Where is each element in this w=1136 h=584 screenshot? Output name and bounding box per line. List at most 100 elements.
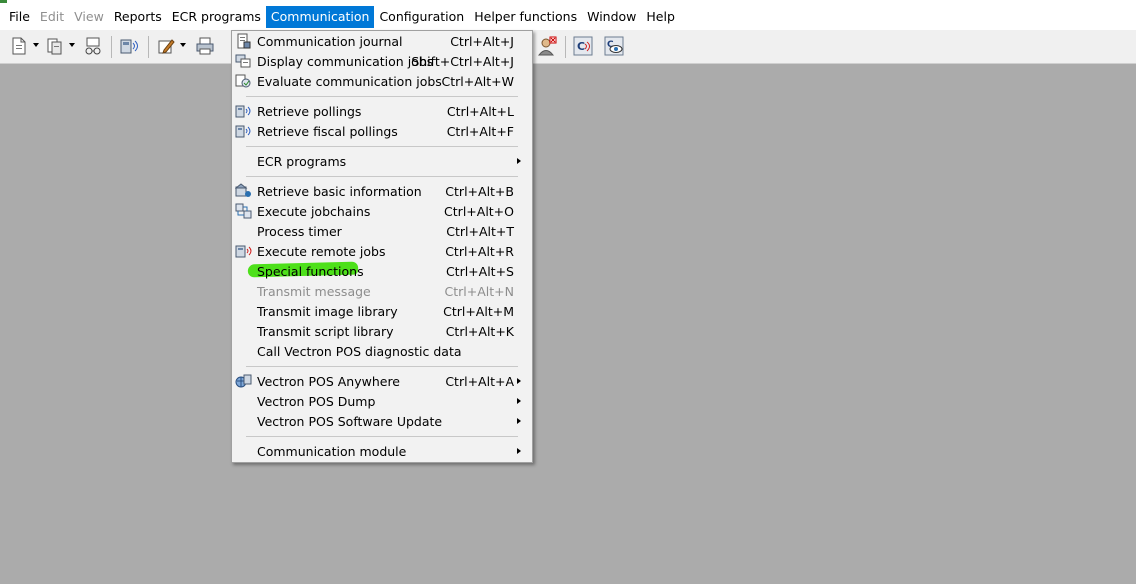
menu-helper-functions[interactable]: Helper functions xyxy=(469,6,582,28)
app-accent-mark xyxy=(0,0,7,3)
menu-file[interactable]: File xyxy=(4,6,35,28)
menu-item-shortcut: Ctrl+Alt+O xyxy=(444,204,514,219)
communication-c-icon[interactable]: C xyxy=(572,35,594,57)
menu-separator xyxy=(246,436,518,437)
menu-view[interactable]: View xyxy=(69,6,109,28)
menu-separator xyxy=(246,366,518,367)
submenu-arrow-icon xyxy=(517,398,521,404)
menu-item-communication-journal[interactable]: Communication journal Ctrl+Alt+J xyxy=(232,31,532,51)
menu-item-shortcut: Ctrl+Alt+B xyxy=(445,184,514,199)
menu-item-label: Special functions xyxy=(257,264,364,279)
submenu-arrow-icon xyxy=(517,378,521,384)
menu-item-label: Transmit image library xyxy=(257,304,398,319)
menu-edit[interactable]: Edit xyxy=(35,6,69,28)
menu-item-execute-jobchains[interactable]: Execute jobchains Ctrl+Alt+O xyxy=(232,201,532,221)
menu-separator xyxy=(246,96,518,97)
menu-item-transmit-message[interactable]: Transmit message Ctrl+Alt+N xyxy=(232,281,532,301)
terminal-poll-icon xyxy=(235,123,252,139)
menu-item-shortcut: Ctrl+Alt+K xyxy=(445,324,514,339)
basic-info-icon xyxy=(234,183,252,199)
menu-item-process-timer[interactable]: Process timer Ctrl+Alt+T xyxy=(232,221,532,241)
menu-item-call-diagnostic-data[interactable]: Call Vectron POS diagnostic data xyxy=(232,341,532,361)
terminal-poll-icon xyxy=(235,103,252,119)
menu-item-retrieve-basic-information[interactable]: Retrieve basic information Ctrl+Alt+B xyxy=(232,181,532,201)
dropdown-arrow-icon[interactable] xyxy=(33,43,39,47)
remote-jobs-icon xyxy=(235,243,252,259)
menu-item-label: ECR programs xyxy=(257,154,347,169)
dropdown-arrow-icon[interactable] xyxy=(180,43,186,47)
menu-item-communication-module[interactable]: Communication module xyxy=(232,441,532,461)
journal-icon xyxy=(235,33,252,49)
menu-item-shortcut: Ctrl+Alt+W xyxy=(441,74,514,89)
menu-bar: File Edit View Reports ECR programs Comm… xyxy=(0,4,1136,30)
toolbar: C C xyxy=(0,30,1136,64)
communication-menu: Communication journal Ctrl+Alt+J Display… xyxy=(231,30,533,463)
menu-item-vectron-pos-dump[interactable]: Vectron POS Dump xyxy=(232,391,532,411)
edit-document-icon[interactable] xyxy=(155,35,186,57)
menu-item-label: Transmit message xyxy=(257,284,371,299)
menu-communication[interactable]: Communication xyxy=(265,6,375,28)
menu-item-label: Communication module xyxy=(257,444,407,459)
menu-item-special-functions[interactable]: Special functions Ctrl+Alt+S xyxy=(232,261,532,281)
menu-item-label: Communication journal xyxy=(257,34,403,49)
menu-item-label: Vectron POS Anywhere xyxy=(257,374,400,389)
menu-item-transmit-image-library[interactable]: Transmit image library Ctrl+Alt+M xyxy=(232,301,532,321)
menu-item-shortcut: Ctrl+Alt+F xyxy=(446,124,514,139)
menu-item-retrieve-fiscal-pollings[interactable]: Retrieve fiscal pollings Ctrl+Alt+F xyxy=(232,121,532,141)
menu-reports[interactable]: Reports xyxy=(109,6,167,28)
anywhere-icon xyxy=(235,373,252,389)
menu-item-shortcut: Ctrl+Alt+M xyxy=(443,304,514,319)
menu-item-shortcut: Ctrl+Alt+T xyxy=(446,224,514,239)
menu-separator xyxy=(246,176,518,177)
dropdown-arrow-icon[interactable] xyxy=(69,43,75,47)
menu-item-label: Retrieve basic information xyxy=(257,184,422,199)
menu-item-transmit-script-library[interactable]: Transmit script library Ctrl+Alt+K xyxy=(232,321,532,341)
menu-item-shortcut: Shift+Ctrl+Alt+J xyxy=(411,54,514,69)
jobchain-icon xyxy=(235,203,252,219)
printer-glasses-icon[interactable] xyxy=(82,35,104,57)
menu-item-shortcut: Ctrl+Alt+S xyxy=(445,264,514,279)
menu-separator xyxy=(246,146,518,147)
menu-item-label: Retrieve fiscal pollings xyxy=(257,124,398,139)
menu-item-retrieve-pollings[interactable]: Retrieve pollings Ctrl+Alt+L xyxy=(232,101,532,121)
toolbar-separator xyxy=(148,36,149,58)
submenu-arrow-icon xyxy=(517,158,521,164)
menu-item-label: Call Vectron POS diagnostic data xyxy=(257,344,462,359)
menu-item-label: Evaluate communication jobs xyxy=(257,74,442,89)
menu-item-label: Process timer xyxy=(257,224,342,239)
toolbar-separator xyxy=(565,36,566,58)
evaluate-jobs-icon xyxy=(235,73,252,89)
terminal-signal-icon[interactable] xyxy=(118,35,140,57)
display-jobs-icon xyxy=(235,53,252,69)
menu-item-shortcut: Ctrl+Alt+J xyxy=(450,34,514,49)
printer-icon[interactable] xyxy=(194,35,216,57)
menu-item-shortcut: Ctrl+Alt+L xyxy=(446,104,514,119)
menu-item-vectron-pos-anywhere[interactable]: Vectron POS Anywhere Ctrl+Alt+A xyxy=(232,371,532,391)
submenu-arrow-icon xyxy=(517,418,521,424)
menu-item-label: Transmit script library xyxy=(257,324,394,339)
menu-item-execute-remote-jobs[interactable]: Execute remote jobs Ctrl+Alt+R xyxy=(232,241,532,261)
menu-item-label: Vectron POS Software Update xyxy=(257,414,443,429)
menu-item-shortcut: Ctrl+Alt+R xyxy=(445,244,514,259)
menu-configuration[interactable]: Configuration xyxy=(374,6,469,28)
toolbar-separator xyxy=(111,36,112,58)
new-document-icon[interactable] xyxy=(8,35,39,57)
menu-item-label: Vectron POS Dump xyxy=(257,394,376,409)
menu-help[interactable]: Help xyxy=(641,6,680,28)
document-stack-icon[interactable] xyxy=(44,35,75,57)
view-c-icon[interactable]: C xyxy=(603,35,625,57)
menu-item-label: Execute jobchains xyxy=(257,204,371,219)
menu-item-evaluate-communication-jobs[interactable]: Evaluate communication jobs Ctrl+Alt+W xyxy=(232,71,532,91)
menu-item-shortcut: Ctrl+Alt+N xyxy=(444,284,514,299)
menu-item-display-communication-jobs[interactable]: Display communication jobs Shift+Ctrl+Al… xyxy=(232,51,532,71)
menu-item-vectron-pos-software-update[interactable]: Vectron POS Software Update xyxy=(232,411,532,431)
menu-item-ecr-programs[interactable]: ECR programs xyxy=(232,151,532,171)
menu-item-label: Display communication jobs xyxy=(257,54,434,69)
menu-item-label: Retrieve pollings xyxy=(257,104,362,119)
submenu-arrow-icon xyxy=(517,448,521,454)
svg-text:C: C xyxy=(577,40,585,53)
menu-item-label: Execute remote jobs xyxy=(257,244,386,259)
menu-ecr-programs[interactable]: ECR programs xyxy=(167,6,266,28)
menu-window[interactable]: Window xyxy=(582,6,641,28)
user-remove-icon[interactable] xyxy=(536,35,558,57)
